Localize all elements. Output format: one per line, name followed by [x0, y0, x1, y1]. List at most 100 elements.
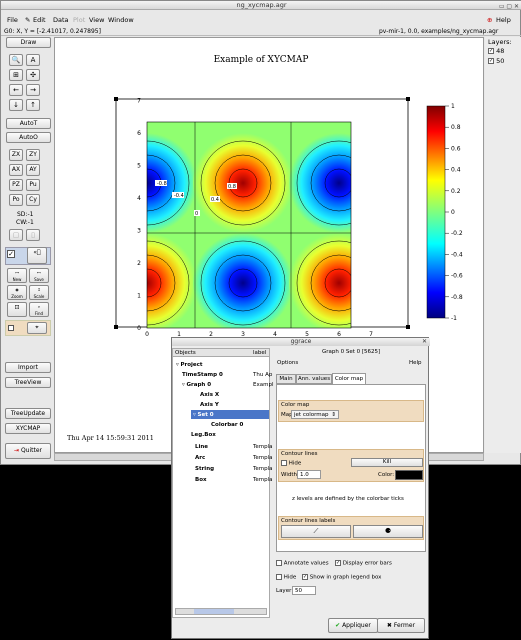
dialog-close-icon[interactable]: ✕	[422, 338, 427, 346]
tree-item-colorbar[interactable]: Colorbar 0	[211, 422, 243, 428]
text-tool-icon[interactable]: A	[26, 54, 40, 66]
tree-hscroll-thumb[interactable]	[194, 609, 234, 614]
checkbox-unchecked[interactable]	[8, 325, 14, 331]
tool-icon-a[interactable]: «⃞	[27, 247, 47, 264]
label-font-icon[interactable]: ⚈	[353, 525, 423, 538]
annotate-values-checkbox[interactable]	[276, 560, 282, 566]
annotate-values-option[interactable]: Annotate values	[276, 560, 329, 567]
autot-button[interactable]: AutoT	[6, 118, 51, 129]
menu-file[interactable]: File	[7, 16, 18, 24]
zx-button[interactable]: ZX	[9, 149, 23, 161]
treeupdate-button[interactable]: TreeUpdate	[5, 408, 51, 419]
menu-plot[interactable]: Plot	[73, 16, 85, 24]
options-menu[interactable]: Options	[277, 360, 298, 366]
hide-set-checkbox[interactable]	[276, 574, 282, 580]
treeview-button[interactable]: TreeView	[5, 377, 51, 388]
tab-ann-values[interactable]: Ann. values	[296, 374, 332, 384]
layer-item-50[interactable]: ✓ 50	[488, 57, 504, 65]
layer-spin[interactable]: 50	[292, 586, 316, 595]
tab-color-map[interactable]: Color map	[332, 373, 366, 384]
handle-bl[interactable]	[114, 325, 118, 329]
menu-help[interactable]: Help	[496, 16, 511, 24]
tree-item-timestamp[interactable]: TimeStamp 0	[182, 372, 223, 378]
quit-button[interactable]: ⇥ Quitter	[5, 443, 51, 459]
tree-item-line[interactable]: Line	[195, 444, 208, 450]
handle-br[interactable]	[406, 325, 410, 329]
width-input[interactable]: 1.0	[297, 470, 321, 479]
po-button[interactable]: Po	[9, 194, 23, 206]
layer-checkbox-50[interactable]: ✓	[488, 58, 494, 64]
ggrace-dialog: ggrace ✕ Objects label ▿ Project TimeSta…	[171, 337, 430, 639]
hide-contour-option[interactable]: Hide	[281, 460, 301, 467]
cursor-icon[interactable]: ⌖	[27, 322, 47, 334]
tree-item-graph[interactable]: ▿ Graph 0	[182, 382, 211, 388]
zoom-tool-icon[interactable]: 🔍	[9, 54, 23, 66]
cy-button[interactable]: Cy	[26, 194, 40, 206]
autoscale-icon[interactable]: ⊞	[9, 69, 23, 81]
hide-contour-checkbox[interactable]	[281, 460, 287, 466]
tree-item-project[interactable]: ▿ Project	[176, 362, 203, 368]
find-button[interactable]: ⌕ Find	[29, 302, 49, 317]
xycmap-button[interactable]: XYCMAP	[5, 423, 51, 434]
window-controls[interactable]: ▭ ▢ ✕	[499, 2, 519, 11]
grid-icon[interactable]: ⊡	[7, 302, 27, 317]
down-arrow-icon[interactable]: ↓	[9, 99, 23, 111]
right-arrow-icon[interactable]: →	[26, 84, 40, 96]
help-menu[interactable]: Help	[409, 360, 422, 366]
tree-col-label: label	[253, 350, 267, 356]
layer-item-48[interactable]: ✓ 48	[488, 47, 504, 55]
window-titlebar[interactable]: ng_xycmap.agr ▭ ▢ ✕	[1, 1, 521, 10]
map-select[interactable]: jet colormap ⇕	[291, 410, 339, 419]
hide-set-option[interactable]: Hide	[276, 574, 296, 581]
autoo-button[interactable]: AutoO	[6, 132, 51, 143]
menu-data[interactable]: Data	[53, 16, 69, 24]
handle-tr[interactable]	[406, 97, 410, 101]
menu-window[interactable]: Window	[108, 16, 134, 24]
tree-item-axis-y[interactable]: Axis Y	[200, 402, 219, 408]
menu-edit[interactable]: Edit	[33, 16, 46, 24]
apply-button[interactable]: ✔ Appliquer	[328, 618, 378, 633]
scale-button[interactable]: ↕ Scale	[29, 285, 49, 300]
label-position-icon[interactable]: ⟋	[281, 525, 351, 538]
draw-button[interactable]: Draw	[6, 37, 51, 48]
disabled-icon-1[interactable]: ▢	[9, 229, 23, 241]
tree-item-set[interactable]: ▿ Set 0	[193, 412, 214, 418]
shrink-icon[interactable]: ✣	[26, 69, 40, 81]
zoom-button[interactable]: ◉ Zoom	[7, 285, 27, 300]
disabled-icon-2[interactable]: ▯	[26, 229, 40, 241]
tab-main[interactable]: Main	[276, 374, 296, 384]
tree-item-box-label: Templa	[253, 477, 273, 483]
left-arrow-icon[interactable]: ←	[9, 84, 23, 96]
up-arrow-icon[interactable]: ↑	[26, 99, 40, 111]
tree-item-arc[interactable]: Arc	[195, 455, 205, 461]
apply-label: Appliquer	[342, 622, 371, 629]
pz-button[interactable]: PZ	[9, 179, 23, 191]
menu-view[interactable]: View	[89, 16, 104, 24]
ay-button[interactable]: AY	[26, 164, 40, 176]
show-legend-option[interactable]: ✓ Show in graph legend box	[302, 574, 381, 581]
handle-tl[interactable]	[114, 97, 118, 101]
tree-item-legbox[interactable]: Leg.Box	[191, 432, 216, 438]
error-bars-checkbox[interactable]: ✓	[335, 560, 341, 566]
error-bars-option[interactable]: ✓ Display error bars	[335, 560, 392, 567]
tree-item-box[interactable]: Box	[195, 477, 207, 483]
tree-item-axis-x[interactable]: Axis X	[200, 392, 219, 398]
zy-button[interactable]: ZY	[26, 149, 40, 161]
ax-button[interactable]: AX	[9, 164, 23, 176]
tree-hscroll[interactable]	[175, 608, 267, 615]
color-swatch[interactable]	[395, 470, 423, 480]
pu-button[interactable]: Pu	[26, 179, 40, 191]
close-button[interactable]: ✖ Fermer	[377, 618, 425, 633]
save-button[interactable]: ⊷ Save	[29, 268, 49, 283]
map-select-value: jet colormap	[294, 412, 329, 418]
import-button[interactable]: Import	[5, 362, 51, 373]
tree-item-graph-name: Graph 0	[186, 382, 212, 388]
show-legend-checkbox[interactable]: ✓	[302, 574, 308, 580]
new-button[interactable]: ⊶ New	[7, 268, 27, 283]
layer-checkbox-48[interactable]: ✓	[488, 48, 494, 54]
checkbox-checked[interactable]: ✓	[7, 250, 15, 258]
status-file: pv-mir-1, 0.0, examples/ng_xycmap.agr	[379, 28, 499, 35]
kill-button[interactable]: Kill	[351, 458, 423, 467]
dialog-titlebar[interactable]: ggrace ✕	[172, 338, 430, 346]
tree-item-string[interactable]: String	[195, 466, 214, 472]
